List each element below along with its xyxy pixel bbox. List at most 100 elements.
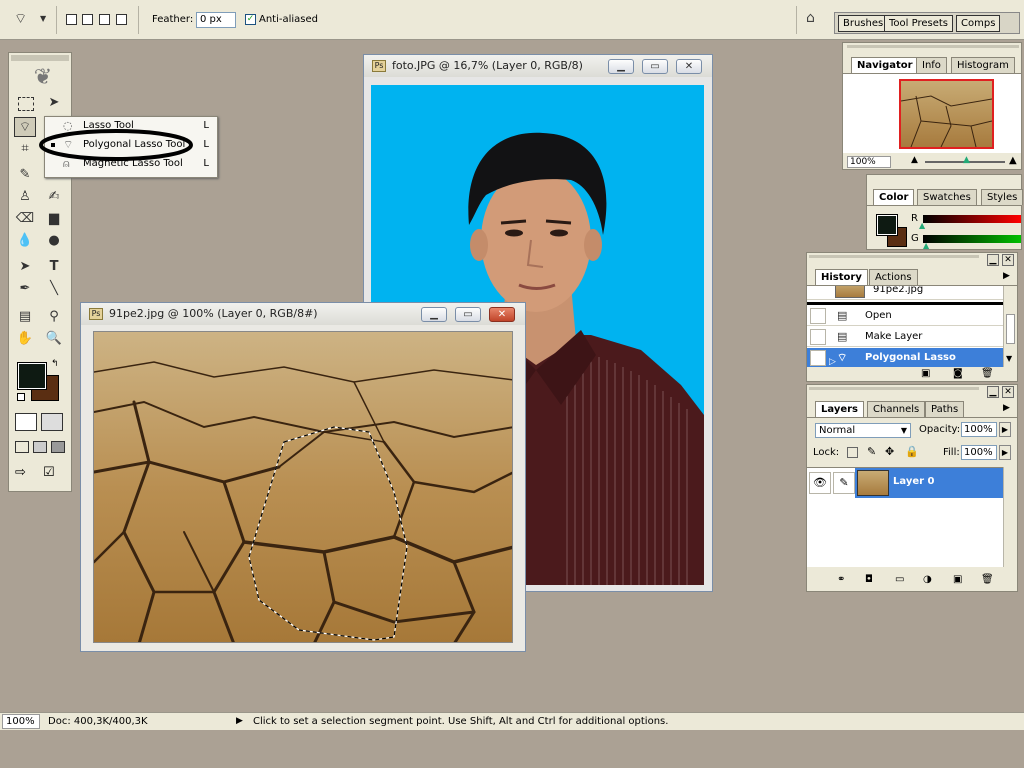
- history-brush-icon[interactable]: ✍: [43, 187, 65, 207]
- screen-mode-standard-icon[interactable]: [15, 441, 29, 453]
- panel-close-button[interactable]: ✕: [1002, 386, 1014, 398]
- opacity-slider-button[interactable]: ▶: [999, 422, 1011, 437]
- zoom-slider-thumb[interactable]: ▲: [963, 155, 970, 165]
- lock-transparent-icon[interactable]: [847, 447, 858, 458]
- panel-minimize-button[interactable]: ▁: [987, 386, 999, 398]
- blur-tool-icon[interactable]: 💧: [14, 231, 36, 251]
- add-to-selection-icon[interactable]: [82, 14, 93, 25]
- anti-aliased-checkbox[interactable]: ✓: [245, 14, 256, 25]
- swap-colors-icon[interactable]: ↰: [51, 359, 59, 369]
- line-tool-icon[interactable]: ╲: [43, 279, 65, 299]
- tab-styles[interactable]: Styles: [981, 189, 1024, 205]
- tab-swatches[interactable]: Swatches: [917, 189, 977, 205]
- chevron-down-icon[interactable]: ▼: [40, 14, 46, 23]
- zoom-tool-icon[interactable]: 🔍: [43, 329, 65, 349]
- hand-tool-icon[interactable]: ✋: [14, 329, 36, 349]
- lasso-tool-icon[interactable]: ⌔: [14, 117, 36, 137]
- maximize-button[interactable]: ▭: [642, 59, 668, 74]
- tab-histogram[interactable]: Histogram: [951, 57, 1015, 73]
- type-tool-icon[interactable]: T: [43, 257, 65, 277]
- standard-mode-icon[interactable]: [15, 413, 37, 431]
- notes-tool-icon[interactable]: ▤: [14, 307, 36, 327]
- close-button[interactable]: ✕: [489, 307, 515, 322]
- lock-all-icon[interactable]: 🔒: [905, 445, 919, 458]
- link-layers-icon[interactable]: ⚭: [837, 574, 845, 585]
- eraser-icon[interactable]: ⌫: [14, 209, 36, 229]
- history-brush-source-checkbox[interactable]: [810, 350, 826, 366]
- feather-input[interactable]: 0 px: [196, 12, 236, 28]
- history-brush-source-checkbox[interactable]: [810, 308, 826, 324]
- red-slider[interactable]: [923, 215, 1021, 223]
- zoom-in-icon[interactable]: ▲: [1009, 155, 1017, 166]
- navigator-zoom-field[interactable]: 100%: [847, 156, 891, 168]
- toolbox-grip[interactable]: [11, 55, 69, 61]
- panel-menu-icon[interactable]: ▶: [1003, 403, 1010, 413]
- navigator-thumbnail[interactable]: [899, 79, 994, 149]
- healing-brush-icon[interactable]: ✎: [14, 165, 36, 185]
- history-snapshot[interactable]: 91pe2.jpg: [807, 286, 1003, 300]
- marquee-tool-icon[interactable]: [18, 97, 34, 111]
- history-item[interactable]: ▤ Open: [807, 306, 1003, 326]
- layer-brush-icon[interactable]: ✎: [833, 472, 855, 494]
- file-browser-icon[interactable]: ⌂: [806, 10, 826, 30]
- new-adjustment-layer-icon[interactable]: ◑: [923, 574, 932, 585]
- new-document-from-state-icon[interactable]: ▣: [921, 368, 930, 379]
- jump-to-imageready-icon[interactable]: ⇨: [15, 465, 37, 483]
- new-snapshot-icon[interactable]: ◙: [953, 368, 963, 379]
- brushes-tab[interactable]: Brushes: [838, 15, 889, 32]
- scrollbar-thumb[interactable]: [1006, 314, 1015, 344]
- tool-presets-tab[interactable]: Tool Presets: [884, 15, 953, 32]
- scroll-down-icon[interactable]: ▼: [1006, 354, 1012, 363]
- history-item-selected[interactable]: ▷ ⌔ Polygonal Lasso: [807, 348, 1003, 367]
- path-selection-icon[interactable]: ➤: [14, 257, 36, 277]
- opacity-input[interactable]: 100%: [961, 422, 997, 437]
- gradient-tool-icon[interactable]: ▆: [43, 209, 65, 229]
- lock-image-icon[interactable]: ✎: [867, 445, 876, 458]
- layers-scrollbar[interactable]: [1003, 467, 1017, 567]
- feather-logo-icon[interactable]: ❦: [19, 63, 67, 93]
- history-state-slider-icon[interactable]: ▷: [829, 352, 836, 367]
- cracked-earth-canvas[interactable]: [93, 331, 513, 643]
- crop-tool-icon[interactable]: ⌗: [14, 139, 36, 159]
- history-brush-source-checkbox[interactable]: [810, 329, 826, 345]
- minimize-button[interactable]: ▁: [608, 59, 634, 74]
- tab-actions[interactable]: Actions: [869, 269, 918, 285]
- dodge-tool-icon[interactable]: ●: [43, 231, 65, 251]
- tab-color[interactable]: Color: [873, 189, 915, 205]
- tab-layers[interactable]: Layers: [815, 401, 864, 417]
- comps-tab[interactable]: Comps: [956, 15, 1001, 32]
- red-slider-thumb[interactable]: ▲: [919, 221, 925, 230]
- trash-icon[interactable]: 🗑: [981, 574, 994, 585]
- layer-visibility-eye-icon[interactable]: 👁: [809, 472, 831, 494]
- green-slider[interactable]: [923, 235, 1021, 243]
- maximize-button[interactable]: ▭: [455, 307, 481, 322]
- panel-grip[interactable]: [809, 387, 979, 390]
- fill-input[interactable]: 100%: [961, 445, 997, 460]
- panel-menu-icon[interactable]: ▶: [1003, 271, 1010, 281]
- move-tool-icon[interactable]: ➤: [43, 93, 65, 113]
- foreground-color-swatch[interactable]: [17, 362, 47, 390]
- clone-stamp-icon[interactable]: ♙: [14, 187, 36, 207]
- history-item[interactable]: ▤ Make Layer: [807, 327, 1003, 347]
- panel-close-button[interactable]: ✕: [1002, 254, 1014, 266]
- pen-tool-icon[interactable]: ✒: [14, 279, 36, 299]
- new-selection-icon[interactable]: [66, 14, 77, 25]
- default-colors-icon[interactable]: [17, 393, 25, 401]
- add-layer-mask-icon[interactable]: ◘: [865, 574, 873, 585]
- close-button[interactable]: ✕: [676, 59, 702, 74]
- new-layer-icon[interactable]: ▣: [953, 574, 962, 585]
- status-zoom-field[interactable]: 100%: [2, 714, 40, 729]
- panel-grip[interactable]: [847, 45, 1019, 48]
- eyedropper-icon[interactable]: ⚲: [43, 307, 65, 327]
- edit-in-imageready-icon[interactable]: ☑: [43, 465, 65, 483]
- status-menu-arrow-icon[interactable]: ▶: [236, 713, 243, 730]
- quick-mask-icon[interactable]: [41, 413, 63, 431]
- foreground-color-chip[interactable]: [876, 214, 898, 236]
- minimize-button[interactable]: ▁: [421, 307, 447, 322]
- layer-row[interactable]: 👁 ✎ Layer 0: [807, 468, 1003, 498]
- tab-paths[interactable]: Paths: [925, 401, 965, 417]
- panel-grip[interactable]: [809, 255, 979, 258]
- tab-navigator[interactable]: Navigator: [851, 57, 919, 73]
- tab-info[interactable]: Info: [916, 57, 947, 73]
- polygonal-lasso-icon[interactable]: ⌔: [14, 10, 36, 30]
